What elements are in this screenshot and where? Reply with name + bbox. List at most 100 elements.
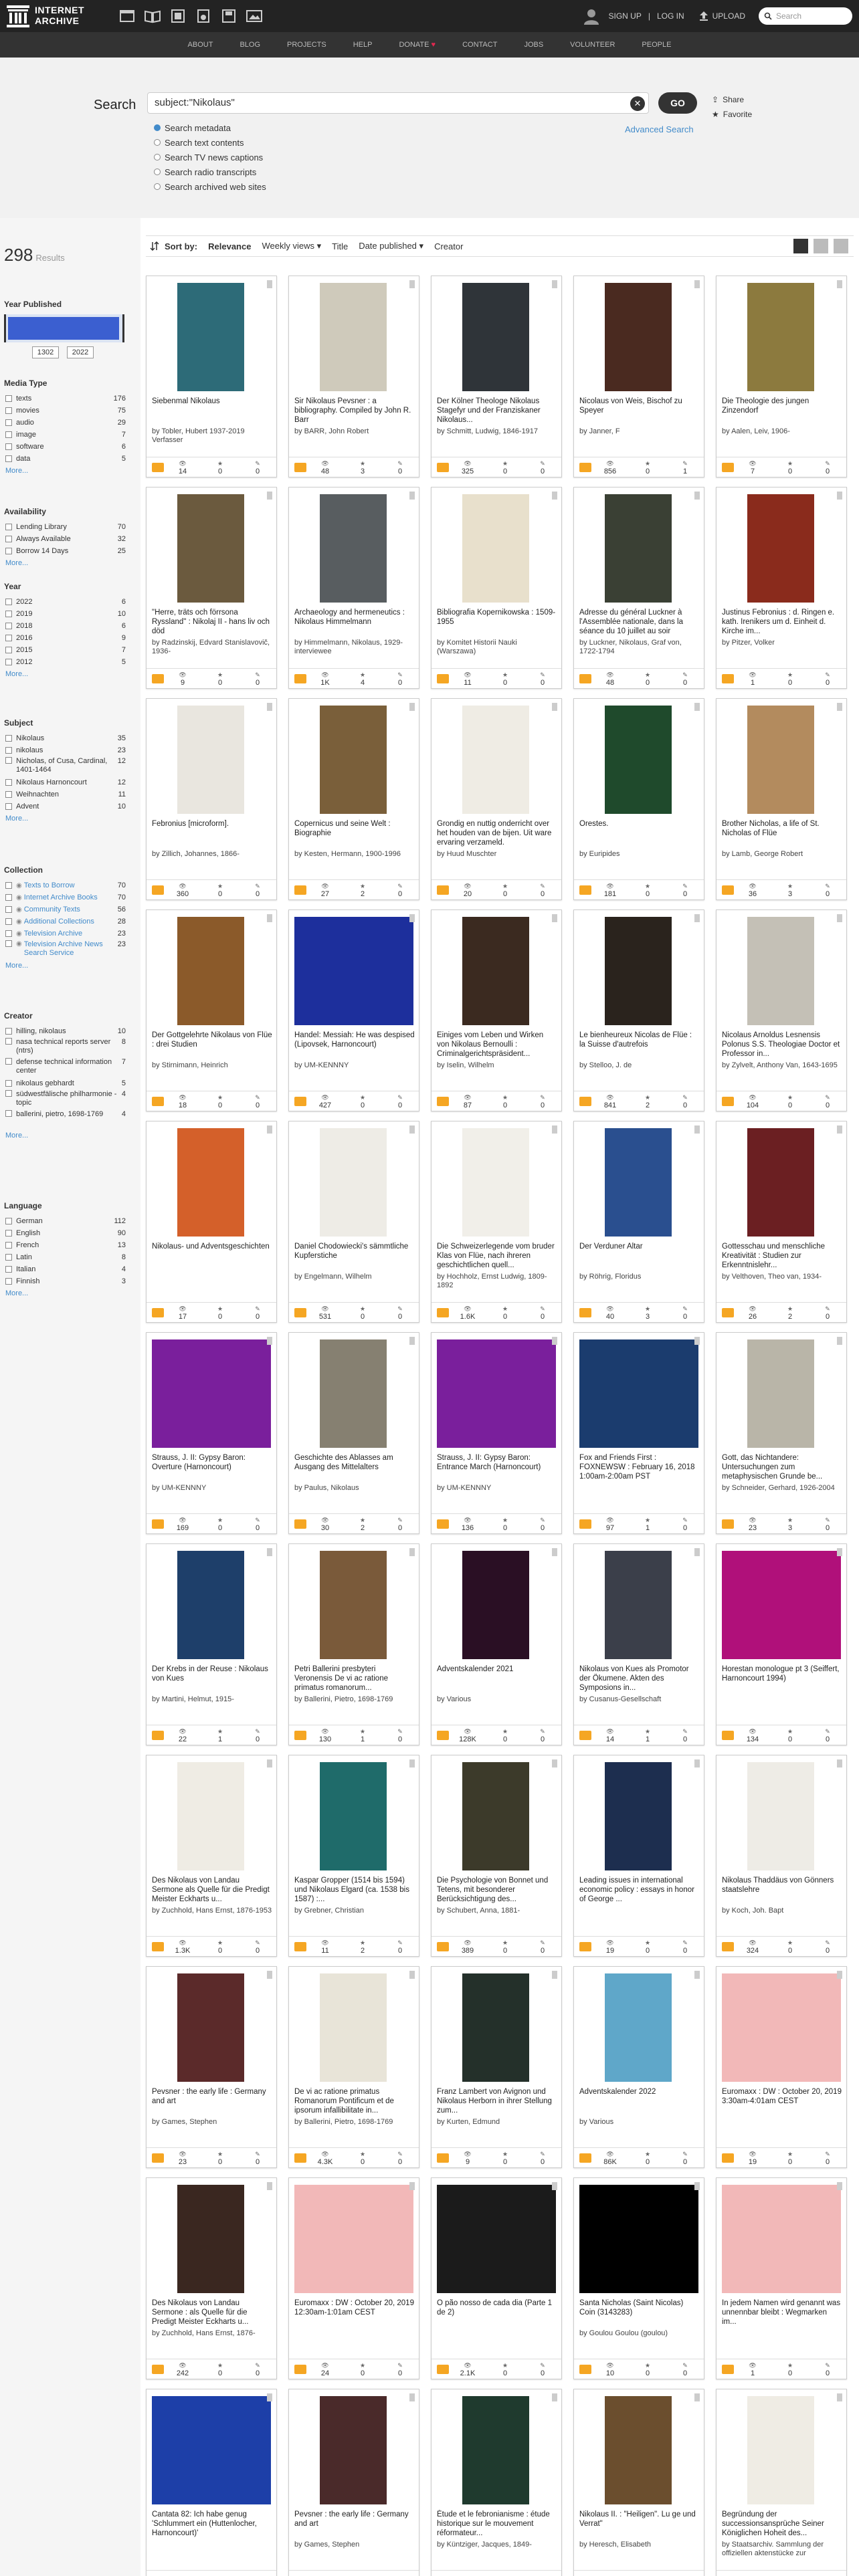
item-title[interactable]: Pevsner : the early life : Germany and a… [152, 2087, 272, 2106]
item-thumbnail[interactable] [605, 1762, 672, 1870]
bookmark-icon[interactable] [267, 280, 272, 288]
item-title[interactable]: Euromaxx : DW : October 20, 2019 12:30am… [294, 2298, 415, 2317]
item-title[interactable]: Cantata 82: Ich habe genug 'Schlummert e… [152, 2510, 272, 2538]
nav-projects[interactable]: PROJECTS [274, 41, 340, 49]
facet-row-languages[interactable]: English 90 [5, 1228, 126, 1239]
checkbox-icon[interactable] [5, 443, 12, 450]
item-thumbnail[interactable] [320, 494, 387, 603]
result-card[interactable]: Nikolaus Thaddäus von Gönners staatslehr… [716, 1755, 847, 1957]
item-title[interactable]: Leading issues in international economic… [579, 1876, 700, 1904]
item-title[interactable]: Nicolaus von Weis, Bischof zu Speyer [579, 397, 700, 415]
checkbox-icon[interactable] [5, 1110, 12, 1117]
item-title[interactable]: Bibliografia Kopernikowska : 1509-1955 [437, 608, 557, 627]
sort-date-published[interactable]: Date published ▾ [359, 241, 423, 251]
item-thumbnail[interactable] [605, 1551, 672, 1659]
bookmark-icon[interactable] [552, 1337, 557, 1345]
bookmark-icon[interactable] [409, 1548, 415, 1556]
more-link-subjects[interactable]: More... [5, 815, 28, 823]
facet-row-media[interactable]: data 5 [5, 453, 126, 464]
bookmark-icon[interactable] [552, 280, 557, 288]
item-thumbnail[interactable] [462, 1973, 529, 2082]
item-thumbnail[interactable] [152, 1339, 271, 1448]
item-thumbnail[interactable] [294, 2185, 413, 2293]
result-card[interactable]: Nikolaus von Kues als Promotor der Ökume… [573, 1543, 704, 1745]
item-title[interactable]: Franz Lambert von Avignon und Nikolaus H… [437, 2087, 557, 2115]
checkbox-icon[interactable] [5, 611, 12, 617]
bookmark-icon[interactable] [837, 1548, 842, 1556]
item-title[interactable]: Die Psychologie von Bonnet und Tetens, m… [437, 1876, 557, 1904]
item-title[interactable]: Adresse du général Luckner à l'Assemblée… [579, 608, 700, 636]
item-thumbnail[interactable] [462, 1551, 529, 1659]
result-card[interactable]: Gott, das Nichtandere: Untersuchungen zu… [716, 1332, 847, 1534]
item-thumbnail[interactable] [320, 1762, 387, 1870]
nav-contact[interactable]: CONTACT [449, 41, 510, 49]
facet-row-creators[interactable]: nasa technical reports server (ntrs) 8 [5, 1038, 126, 1057]
checkbox-icon[interactable] [5, 1230, 12, 1237]
item-thumbnail[interactable] [177, 1973, 244, 2082]
result-card[interactable]: Des Nikolaus von Landau Sermone : als Qu… [146, 2177, 277, 2379]
checkbox-icon[interactable] [5, 419, 12, 426]
sort-creator[interactable]: Creator [434, 241, 463, 251]
more-link-creators[interactable]: More... [5, 1132, 28, 1140]
bookmark-icon[interactable] [694, 2393, 700, 2401]
result-card[interactable]: Gottesschau und menschliche Kreativität … [716, 1121, 847, 1323]
checkbox-icon[interactable] [5, 599, 12, 605]
bookmark-icon[interactable] [694, 1125, 700, 1134]
facet-row-media[interactable]: image 7 [5, 429, 126, 440]
item-title[interactable]: Nicolaus Arnoldus Lesnensis Polonus S.S.… [722, 1031, 842, 1059]
facet-row-creators[interactable]: ballerini, pietro, 1698-1769 4 [5, 1110, 126, 1129]
result-card[interactable]: Leading issues in international economic… [573, 1755, 704, 1957]
bookmark-icon[interactable] [409, 280, 415, 288]
bookmark-icon[interactable] [267, 1337, 272, 1345]
bookmark-icon[interactable] [267, 2393, 272, 2401]
item-title[interactable]: Geschichte des Ablasses am Ausgang des M… [294, 1453, 415, 1472]
item-thumbnail[interactable] [747, 1762, 814, 1870]
more-link-collections[interactable]: More... [5, 962, 28, 970]
facet-row-collections[interactable]: ◉ Television Archive News Search Service 2… [5, 940, 126, 959]
result-card[interactable]: O pão nosso de cada dia (Parte 1 de 2) 👁 2… [431, 2177, 562, 2379]
checkbox-icon[interactable] [5, 623, 12, 629]
checkbox-icon[interactable] [5, 882, 12, 889]
item-thumbnail[interactable] [605, 1973, 672, 2082]
result-card[interactable]: Justinus Febronius : d. Ringen e. kath. … [716, 487, 847, 689]
item-title[interactable]: Copernicus und seine Welt : Biographie [294, 819, 415, 838]
texts-icon[interactable] [143, 7, 162, 25]
result-card[interactable]: Grondig en nuttig onderricht over het ho… [431, 698, 562, 900]
bookmark-icon[interactable] [409, 1759, 415, 1767]
item-thumbnail[interactable] [320, 2396, 387, 2504]
facet-row-avail[interactable]: Lending Library 70 [5, 522, 126, 532]
bookmark-icon[interactable] [267, 1971, 272, 1979]
bookmark-icon[interactable] [267, 914, 272, 922]
item-title[interactable]: Strauss, J. II: Gypsy Baron: Overture (H… [152, 1453, 272, 1472]
nav-jobs[interactable]: JOBS [510, 41, 557, 49]
item-thumbnail[interactable] [605, 706, 672, 814]
advanced-search-link[interactable]: Advanced Search [625, 124, 694, 134]
checkbox-icon[interactable] [5, 1090, 12, 1097]
facet-row-avail[interactable]: Borrow 14 Days 25 [5, 546, 126, 556]
facet-row-creators[interactable]: hilling, nikolaus 10 [5, 1026, 126, 1037]
checkbox-icon[interactable] [5, 1058, 12, 1065]
facet-row-languages[interactable]: Italian 4 [5, 1264, 126, 1275]
facet-row-collections[interactable]: ◉ Additional Collections 28 [5, 916, 126, 927]
result-card[interactable]: Archaeology and hermeneutics : Nikolaus … [288, 487, 419, 689]
software-icon[interactable] [219, 7, 238, 25]
checkbox-icon[interactable] [5, 779, 12, 786]
item-title[interactable]: Grondig en nuttig onderricht over het ho… [437, 819, 557, 847]
item-thumbnail[interactable] [320, 1973, 387, 2082]
facet-row-creators[interactable]: südwestfälische philharmonie - topic 4 [5, 1090, 126, 1109]
video-icon[interactable] [169, 7, 187, 25]
item-thumbnail[interactable] [177, 494, 244, 603]
search-option-web[interactable]: Search archived web sites [154, 179, 266, 194]
checkbox-icon[interactable] [5, 894, 12, 901]
item-thumbnail[interactable] [747, 1339, 814, 1448]
item-thumbnail[interactable] [747, 494, 814, 603]
bookmark-icon[interactable] [552, 914, 557, 922]
item-thumbnail[interactable] [579, 2185, 698, 2293]
result-card[interactable]: Siebenmal Nikolaus by Tobler, Hubert 1937… [146, 276, 277, 477]
bookmark-icon[interactable] [267, 492, 272, 500]
checkbox-icon[interactable] [5, 906, 12, 913]
bookmark-icon[interactable] [267, 1759, 272, 1767]
bookmark-icon[interactable] [837, 1759, 842, 1767]
result-card[interactable]: Nikolaus II. : "Heiligen". Lu ge und Ver… [573, 2389, 704, 2576]
favorite-button[interactable]: ★ Favorite [712, 110, 752, 119]
